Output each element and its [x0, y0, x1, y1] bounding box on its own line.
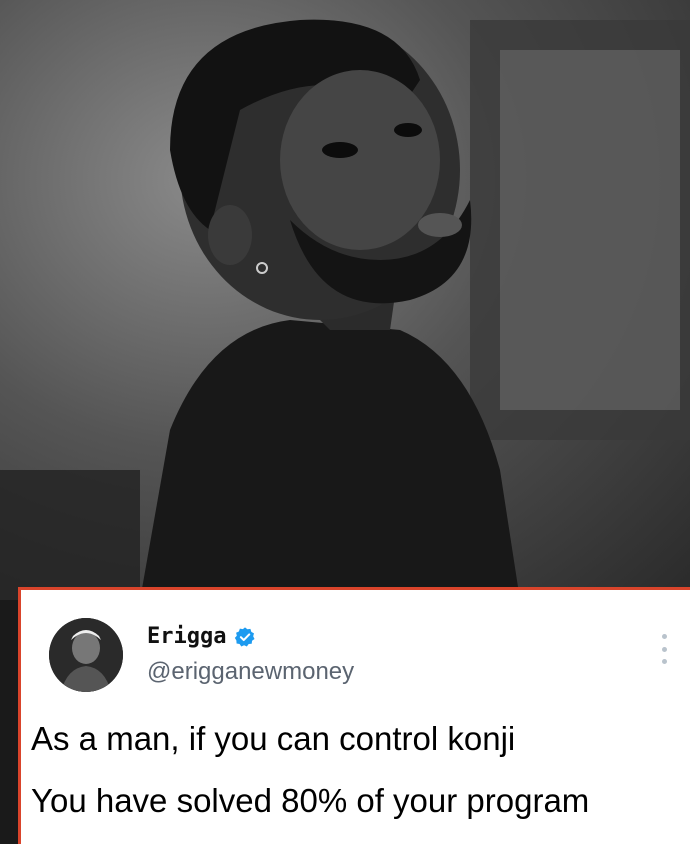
- tweet-text-line-2: You have solved 80% of your program: [31, 782, 590, 819]
- tweet-card: Erigga @erigganewmoney As a man, if you …: [18, 587, 690, 844]
- more-dot: [661, 634, 667, 639]
- avatar-image: [49, 618, 123, 692]
- more-dot: [661, 646, 667, 652]
- portrait-illustration: [0, 19, 690, 600]
- more-vertical-icon[interactable]: [660, 634, 668, 664]
- profile-photo: [0, 0, 690, 600]
- verified-badge-icon: [235, 626, 256, 647]
- avatar[interactable]: [49, 618, 123, 692]
- display-name[interactable]: Erigga: [147, 624, 226, 649]
- more-dot: [661, 659, 667, 664]
- tweet-text-line-1: As a man, if you can control konji: [31, 720, 516, 757]
- user-handle[interactable]: @erigganewmoney: [147, 658, 354, 686]
